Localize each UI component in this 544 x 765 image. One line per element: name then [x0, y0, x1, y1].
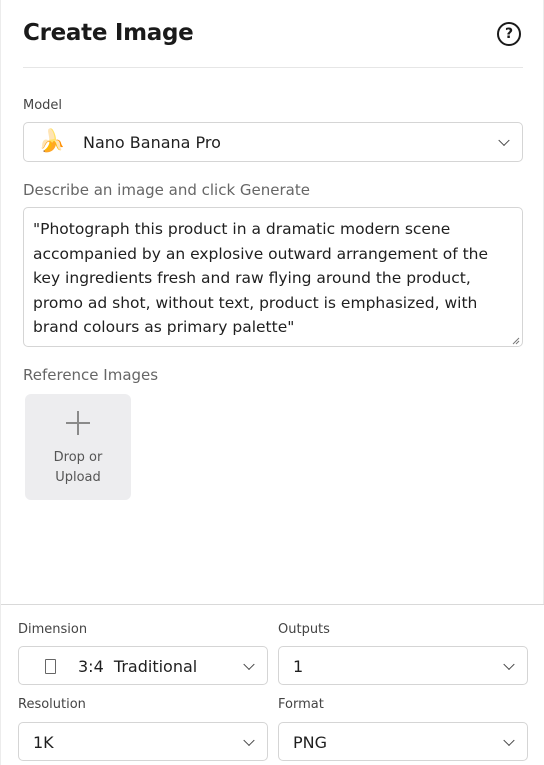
format-select[interactable]: PNG [278, 722, 528, 761]
upload-text-line1: Drop or [53, 450, 103, 465]
dimension-label: Dimension [18, 622, 88, 637]
resolution-value: 1K [33, 733, 54, 752]
dimension-select[interactable]: 3:4 Traditional [18, 646, 268, 685]
outputs-select[interactable]: 1 [278, 646, 528, 685]
outputs-label: Outputs [278, 622, 330, 637]
model-label: Model [23, 98, 63, 113]
resolution-label: Resolution [18, 697, 86, 712]
create-image-panel: Create Image ? Model 🍌 Nano Banana Pro D… [0, 0, 544, 765]
chevron-down-icon [498, 134, 510, 147]
upload-text: Drop or Upload [25, 448, 131, 488]
format-label: Format [278, 697, 324, 712]
model-select[interactable]: 🍌 Nano Banana Pro [23, 122, 523, 162]
page-title: Create Image [23, 20, 194, 46]
question-circle-icon[interactable]: ? [497, 22, 521, 46]
resolution-select[interactable]: 1K [18, 722, 268, 761]
resize-handle-icon[interactable] [512, 337, 520, 345]
prompt-textarea[interactable]: "Photograph this product in a dramatic m… [23, 207, 523, 347]
dimension-value: 3:4 Traditional [78, 657, 198, 676]
chevron-down-icon [243, 658, 255, 670]
chevron-down-icon [503, 734, 515, 746]
model-value: Nano Banana Pro [83, 133, 221, 152]
banana-icon: 🍌 [38, 129, 66, 154]
chevron-down-icon [503, 658, 515, 670]
upload-text-line2: Upload [55, 470, 101, 485]
format-value: PNG [293, 733, 328, 752]
prompt-label: Describe an image and click Generate [23, 181, 310, 199]
panel-header: Create Image ? [23, 18, 523, 68]
outputs-value: 1 [293, 657, 304, 676]
upload-dropzone[interactable]: Drop or Upload [25, 394, 131, 500]
reference-images-label: Reference Images [23, 366, 159, 384]
aspect-ratio-icon [45, 659, 56, 674]
chevron-down-icon [243, 734, 255, 746]
plus-icon [66, 411, 90, 435]
